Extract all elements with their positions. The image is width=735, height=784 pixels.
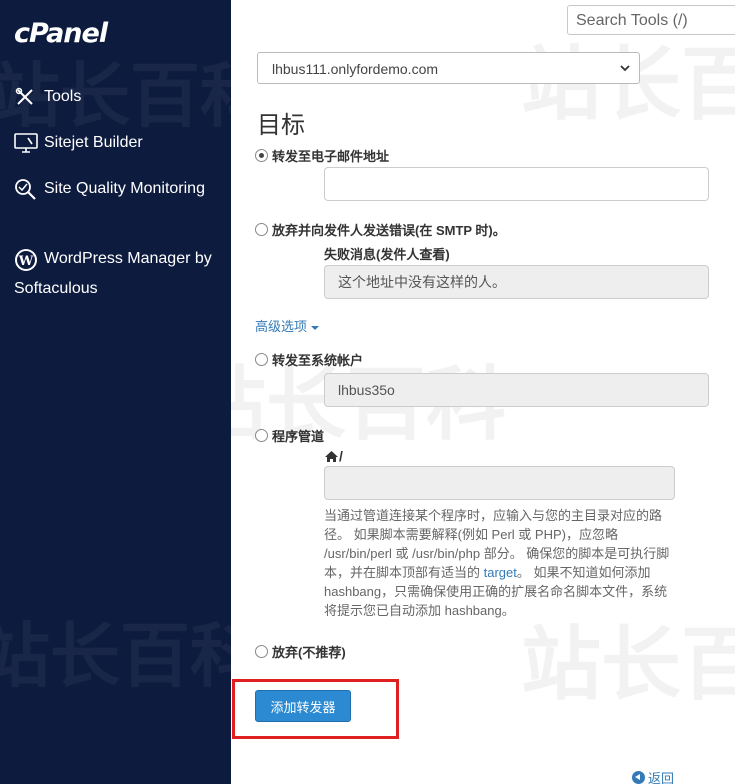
top-bar: Search Tools (/) xyxy=(231,0,735,38)
system-account-value: lhbus35o xyxy=(338,382,395,398)
back-label: 返回 xyxy=(648,771,675,784)
monitor-icon xyxy=(14,132,38,154)
caret-down-icon xyxy=(311,325,320,330)
option-discard[interactable]: 放弃(不推荐) xyxy=(255,642,346,661)
add-forwarder-button[interactable]: 添加转发器 xyxy=(255,690,351,722)
advanced-options-label: 高级选项 xyxy=(255,319,308,334)
option-forward-system[interactable]: 转发至系统帐户 xyxy=(255,350,363,369)
radio-discard[interactable] xyxy=(255,645,268,658)
sidebar-item-label: WordPress Manager by Softaculous xyxy=(14,250,212,298)
pipe-program-field[interactable] xyxy=(324,466,675,500)
email-address-field[interactable] xyxy=(324,167,709,201)
magnifier-icon xyxy=(14,178,38,200)
radio-forward-email[interactable] xyxy=(255,149,268,162)
pipe-help-text: 当通过管道连接某个程序时，应输入与您的主目录对应的路径。 如果脚本需要解释(例如… xyxy=(324,506,680,620)
failure-message-value: 这个地址中没有这样的人。 xyxy=(338,274,506,290)
option-discard-error[interactable]: 放弃并向发件人发送错误(在 SMTP 时)。 xyxy=(255,220,506,239)
home-icon xyxy=(325,450,338,462)
domain-select[interactable]: lhbus111.onlyfordemo.com xyxy=(257,52,640,84)
option-label: 程序管道 xyxy=(272,429,325,444)
cpanel-logo[interactable]: cPanel xyxy=(14,18,108,49)
sidebar-item-label: Site Quality Monitoring xyxy=(44,180,205,197)
back-link[interactable]: 返回 xyxy=(632,768,674,784)
home-path-prefix: / xyxy=(324,448,343,464)
option-forward-email[interactable]: 转发至电子邮件地址 xyxy=(255,146,389,165)
option-label: 转发至系统帐户 xyxy=(272,353,364,368)
sidebar-item-sitejet[interactable]: Sitejet Builder xyxy=(14,128,143,158)
sidebar-item-label: Sitejet Builder xyxy=(44,134,143,151)
sidebar: 站长百科 站长百科 cPanel Tools Sitejet Builder S… xyxy=(0,0,231,784)
sidebar-item-site-quality[interactable]: Site Quality Monitoring xyxy=(14,174,224,204)
sidebar-item-label: Tools xyxy=(44,88,82,105)
system-account-field[interactable]: lhbus35o xyxy=(324,373,709,407)
svg-text:W: W xyxy=(18,254,34,269)
radio-discard-error[interactable] xyxy=(255,223,268,236)
wordpress-icon: W xyxy=(14,248,38,271)
tools-icon xyxy=(14,86,38,108)
domain-select-value: lhbus111.onlyfordemo.com xyxy=(272,61,439,77)
sidebar-item-tools[interactable]: Tools xyxy=(14,82,81,112)
advanced-options-toggle[interactable]: 高级选项 xyxy=(255,316,320,335)
search-tools-input[interactable]: Search Tools (/) xyxy=(567,5,735,35)
sidebar-item-wordpress[interactable]: W WordPress Manager by Softaculous xyxy=(14,244,224,304)
option-label: 转发至电子邮件地址 xyxy=(272,149,390,164)
back-arrow-icon xyxy=(632,771,645,784)
failure-message-field[interactable]: 这个地址中没有这样的人。 xyxy=(324,265,709,299)
radio-forward-system[interactable] xyxy=(255,353,268,366)
target-link[interactable]: target xyxy=(484,565,517,580)
destination-heading: 目标 xyxy=(257,112,305,139)
radio-pipe-program[interactable] xyxy=(255,429,268,442)
path-slash: / xyxy=(339,448,343,464)
option-label: 放弃(不推荐) xyxy=(272,645,346,660)
main-content: 站长百科 站长百科 站长百科 Search Tools (/) lhbus111… xyxy=(231,0,735,784)
failure-message-label: 失败消息(发件人查看) xyxy=(324,247,450,262)
option-label: 放弃并向发件人发送错误(在 SMTP 时)。 xyxy=(272,223,506,238)
chevron-down-icon xyxy=(620,65,630,72)
watermark: 站长百科 xyxy=(0,617,231,695)
option-pipe-program[interactable]: 程序管道 xyxy=(255,426,324,445)
